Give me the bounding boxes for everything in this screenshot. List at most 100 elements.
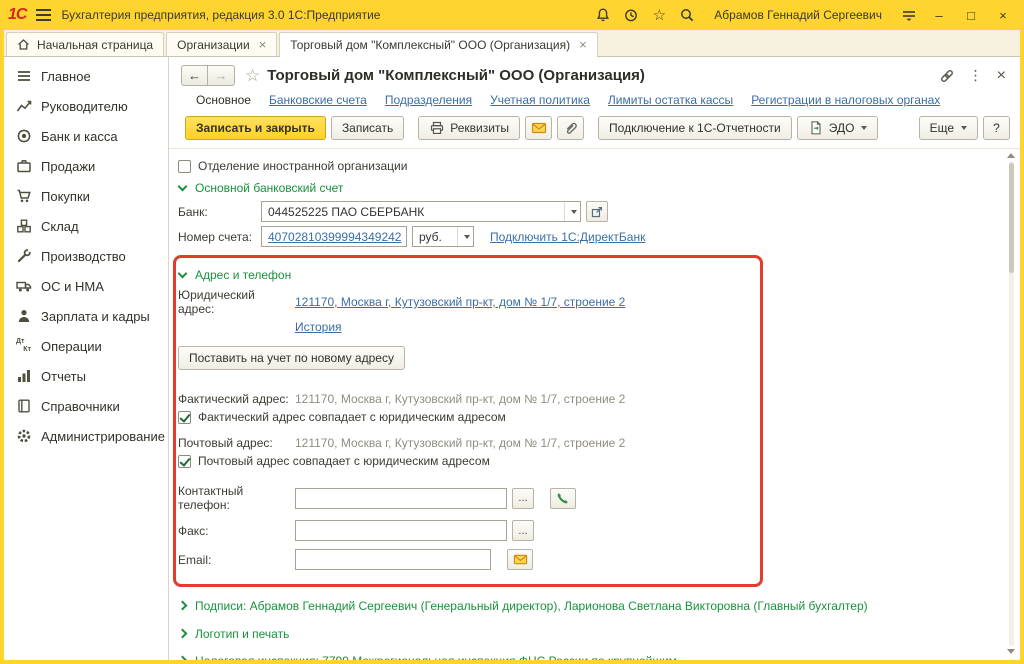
sidebar-item-payroll-hr[interactable]: Зарплата и кадры xyxy=(4,301,168,331)
account-value[interactable]: 40702810399994349242 xyxy=(262,230,406,244)
history-link[interactable]: История xyxy=(295,320,342,334)
fax-input[interactable] xyxy=(295,520,507,541)
nav-tax-registrations[interactable]: Регистрации в налоговых органах xyxy=(751,93,940,107)
sidebar-item-sales[interactable]: Продажи xyxy=(4,151,168,181)
address-section-header[interactable]: Адрес и телефон xyxy=(179,268,750,282)
postal-same-checkbox[interactable] xyxy=(178,455,191,468)
scroll-up-icon[interactable] xyxy=(1007,153,1015,158)
directbank-link[interactable]: Подключить 1С:ДиректБанк xyxy=(490,230,645,244)
foreign-branch-checkbox[interactable] xyxy=(178,160,191,173)
sidebar-item-main[interactable]: Главное xyxy=(4,61,168,91)
email-input[interactable] xyxy=(295,549,491,570)
sidebar-item-reports[interactable]: Отчеты xyxy=(4,361,168,391)
actual-same-checkbox[interactable] xyxy=(178,411,191,424)
main-menu-icon[interactable] xyxy=(36,9,51,21)
sidebar-label: Отчеты xyxy=(41,369,86,384)
open-bank-button[interactable] xyxy=(586,201,608,222)
sidebar-item-manager[interactable]: Руководителю xyxy=(4,91,168,121)
save-and-close-button[interactable]: Записать и закрыть xyxy=(185,116,326,140)
help-button[interactable]: ? xyxy=(983,116,1010,140)
postal-same-row[interactable]: Почтовый адрес совпадает с юридическим а… xyxy=(178,454,750,468)
scrollbar-track[interactable] xyxy=(1009,161,1014,646)
sidebar-item-warehouse[interactable]: Склад xyxy=(4,211,168,241)
bank-section-header[interactable]: Основной банковский счет xyxy=(179,181,1000,195)
scroll-down-icon[interactable] xyxy=(1007,649,1015,654)
vertical-scrollbar[interactable] xyxy=(1006,153,1016,654)
currency-field[interactable]: руб. xyxy=(412,226,474,247)
legal-address-link[interactable]: 121170, Москва г, Кутузовский пр-кт, дом… xyxy=(295,295,625,309)
scrollbar-thumb[interactable] xyxy=(1009,163,1014,273)
account-label: Номер счета: xyxy=(178,230,256,244)
tab-organization-card[interactable]: Торговый дом "Комплексный" ООО (Организа… xyxy=(279,32,597,56)
collapsed-section-signatures[interactable]: Подписи: Абрамов Геннадий Сергеевич (Ген… xyxy=(179,599,1000,615)
history-row: История xyxy=(295,320,750,334)
nav-bank-accounts[interactable]: Банковские счета xyxy=(269,93,367,107)
favorite-star-icon[interactable]: ☆ xyxy=(245,67,260,84)
maximize-button[interactable]: □ xyxy=(960,5,982,25)
actual-same-row[interactable]: Фактический адрес совпадает с юридически… xyxy=(178,410,750,424)
more-menu-icon[interactable]: ⋮ xyxy=(969,67,983,84)
close-form-button[interactable]: × xyxy=(997,67,1006,85)
search-icon[interactable] xyxy=(678,6,696,24)
save-button[interactable]: Записать xyxy=(331,116,404,140)
bank-dropdown-icon[interactable] xyxy=(564,202,580,221)
phone-ellipsis-button[interactable]: ... xyxy=(512,488,534,509)
nav-main[interactable]: Основное xyxy=(196,93,251,107)
sidebar-item-references[interactable]: Справочники xyxy=(4,391,168,421)
nav-accounting-policy[interactable]: Учетная политика xyxy=(490,93,590,107)
fax-ellipsis-button[interactable]: ... xyxy=(512,520,534,541)
sidebar-item-fixed-assets[interactable]: ОС и НМА xyxy=(4,271,168,301)
notifications-bell-icon[interactable] xyxy=(594,6,612,24)
close-tab-icon[interactable]: × xyxy=(259,37,267,52)
nav-cash-limits[interactable]: Лимиты остатка кассы xyxy=(608,93,733,107)
favorites-star-icon[interactable]: ☆ xyxy=(650,6,668,24)
fax-label: Факс: xyxy=(178,524,290,538)
close-window-button[interactable]: × xyxy=(992,5,1014,25)
form-nav: Основное Банковские счета Подразделения … xyxy=(169,90,1020,116)
account-field[interactable]: 40702810399994349242 xyxy=(261,226,407,247)
minimize-button[interactable]: – xyxy=(928,5,950,25)
sidebar-item-operations[interactable]: Дт Кт Операции xyxy=(4,331,168,361)
service-menu-icon[interactable] xyxy=(900,6,918,24)
phone-row: Контактный телефон: ... xyxy=(178,484,750,512)
person-icon xyxy=(16,308,32,324)
send-email-button[interactable] xyxy=(525,116,552,140)
sidebar-item-bank-cash[interactable]: Банк и касса xyxy=(4,121,168,151)
back-button[interactable]: ← xyxy=(181,65,208,86)
ellipsis-label: ... xyxy=(518,525,527,537)
sidebar-item-purchases[interactable]: Покупки xyxy=(4,181,168,211)
sidebar-item-administration[interactable]: Администрирование xyxy=(4,421,168,451)
bank-field[interactable]: 044525225 ПАО СБЕРБАНК xyxy=(261,201,581,222)
fax-row: Факс: ... xyxy=(178,520,750,541)
nav-departments[interactable]: Подразделения xyxy=(385,93,472,107)
currency-dropdown-icon[interactable] xyxy=(457,227,473,246)
edo-label: ЭДО xyxy=(829,121,855,135)
link-icon[interactable] xyxy=(939,68,955,84)
attachments-button[interactable] xyxy=(557,116,584,140)
requisites-button[interactable]: Реквизиты xyxy=(418,116,520,140)
edo-button[interactable]: ЭДО xyxy=(797,116,879,140)
sidebar-item-production[interactable]: Производство xyxy=(4,241,168,271)
tab-home[interactable]: Начальная страница xyxy=(6,32,164,56)
history-icon[interactable] xyxy=(622,6,640,24)
sidebar-label: Покупки xyxy=(41,189,90,204)
call-button[interactable] xyxy=(550,488,576,509)
collapsed-section-tax-inspection[interactable]: Налоговая инспекция: 7799 Межрегиональна… xyxy=(179,654,1000,660)
bar-chart-icon xyxy=(16,368,32,384)
more-button[interactable]: Еще xyxy=(919,116,978,140)
register-new-address-button[interactable]: Поставить на учет по новому адресу xyxy=(178,346,405,370)
currency-value: руб. xyxy=(413,230,457,244)
tab-organizations[interactable]: Организации × xyxy=(166,32,277,56)
connect-1c-reporting-button[interactable]: Подключение к 1С-Отчетности xyxy=(598,116,792,140)
close-tab-icon[interactable]: × xyxy=(579,37,587,52)
1c-logo-icon: 1С xyxy=(8,6,26,24)
write-email-button[interactable] xyxy=(507,549,533,570)
phone-input[interactable] xyxy=(295,488,507,509)
foreign-branch-row[interactable]: Отделение иностранной организации xyxy=(178,159,1000,173)
forward-button[interactable]: → xyxy=(208,65,235,86)
logo-stamp-label: Логотип и печать xyxy=(195,627,289,643)
current-user[interactable]: Абрамов Геннадий Сергеевич xyxy=(714,8,882,22)
actual-address-value: 121170, Москва г, Кутузовский пр-кт, дом… xyxy=(295,392,625,406)
collapsed-section-logo-stamp[interactable]: Логотип и печать xyxy=(179,627,1000,643)
chevron-right-icon xyxy=(178,656,188,660)
